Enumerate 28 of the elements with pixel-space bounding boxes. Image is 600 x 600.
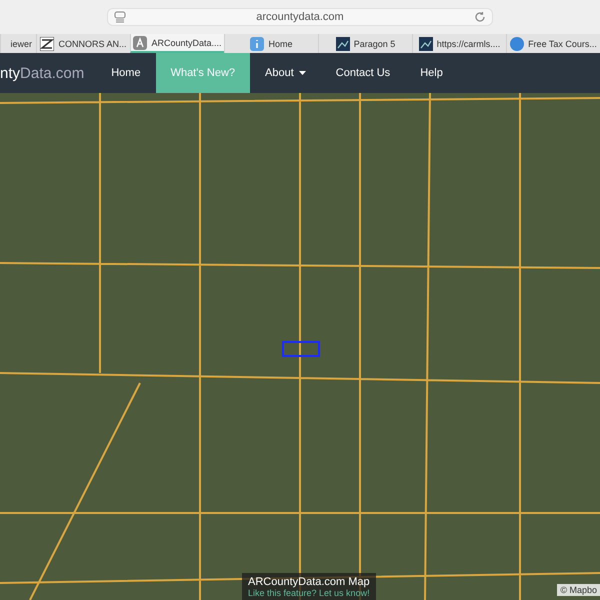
globe-icon (510, 36, 524, 50)
nav-link[interactable]: About (250, 53, 321, 93)
satellite-map[interactable]: ARCountyData.com Map Like this feature? Let us know! © Mapbo (0, 93, 600, 600)
nav-link[interactable]: Help (405, 53, 458, 93)
z-logo-icon (40, 36, 54, 50)
browser-tab[interactable]: CONNORS AN... (36, 34, 130, 53)
map-attribution: © Mapbo (557, 584, 600, 596)
url-text: arcountydata.com (256, 11, 344, 23)
browser-tab[interactable]: https://carmls.... (412, 34, 506, 53)
feedback-link[interactable]: Like this feature? Let us know! (248, 588, 370, 598)
caret-icon (298, 71, 306, 75)
sidebar-icon[interactable] (114, 11, 126, 23)
chart-icon (418, 36, 433, 50)
info-icon (250, 36, 264, 50)
chart-icon (336, 36, 350, 50)
browser-tab[interactable]: Free Tax Cours... (506, 34, 600, 53)
browser-tab[interactable]: iewer (0, 34, 36, 53)
browser-tab[interactable]: ARCountyData.... (130, 34, 224, 53)
browser-tab[interactable]: Paragon 5 (318, 34, 412, 53)
reload-icon[interactable] (474, 11, 486, 23)
address-bar[interactable]: arcountydata.com (107, 8, 493, 26)
nav-link[interactable]: Contact Us (320, 53, 406, 93)
selected-parcel[interactable] (282, 341, 320, 357)
letter-a-icon (133, 36, 148, 50)
nav-link[interactable]: Home (96, 53, 156, 93)
site-logo[interactable]: ntyData.com (0, 64, 96, 82)
caption-title: ARCountyData.com Map (248, 576, 370, 588)
browser-tab[interactable]: Home (224, 34, 318, 53)
